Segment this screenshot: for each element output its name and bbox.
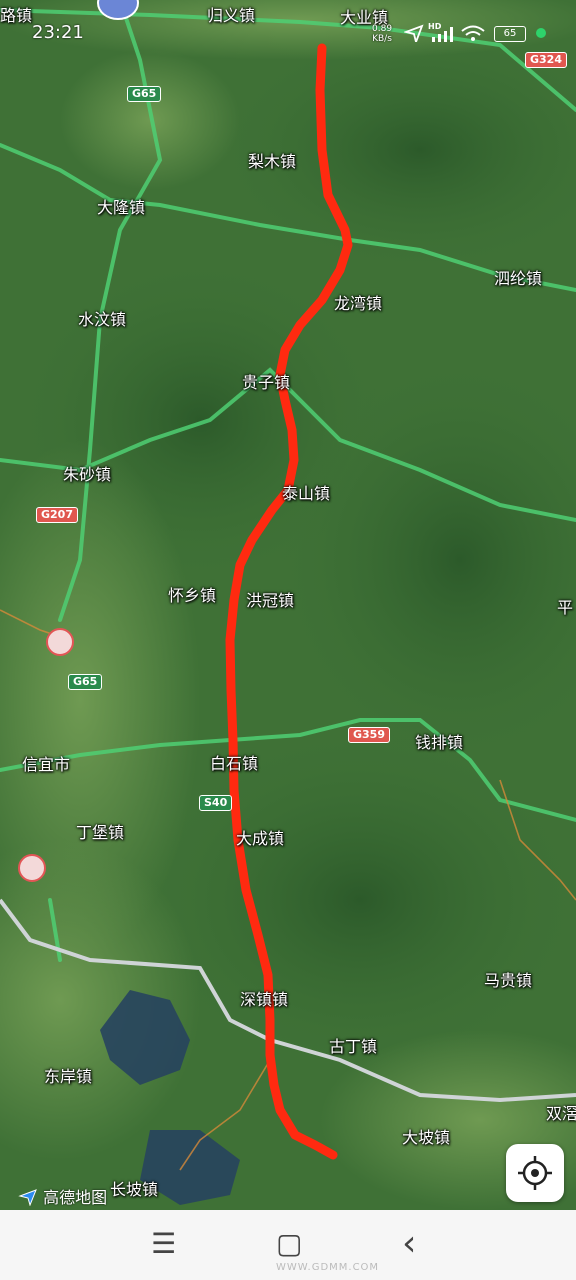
town-label[interactable]: 泰山镇	[282, 480, 330, 504]
back-button[interactable]: ‹	[402, 1226, 416, 1262]
town-label[interactable]: 平	[557, 594, 573, 618]
location-arrow-icon	[404, 24, 424, 42]
watermark-text: WWW.GDMM.COM	[276, 1262, 380, 1273]
town-label[interactable]: 钱排镇	[415, 729, 463, 753]
net-speed: 0.89 KB/s	[372, 24, 392, 44]
wifi-icon	[461, 25, 485, 41]
map-view[interactable]: G324 G65 G207 G65 G359 S40 路镇 归义镇 大业镇 梨木…	[0, 0, 576, 1210]
road-shield-g65-top: G65	[127, 86, 162, 102]
town-label[interactable]: 东岸镇	[44, 1063, 92, 1087]
town-label[interactable]: 古丁镇	[329, 1033, 377, 1057]
town-label[interactable]: 怀乡镇	[168, 582, 216, 606]
town-label[interactable]: 马贵镇	[484, 967, 532, 991]
locate-me-button[interactable]	[506, 1144, 564, 1202]
road-shield-g359: G359	[348, 727, 390, 743]
town-label[interactable]: 长坡镇	[110, 1176, 158, 1200]
status-bar: 23:21 0.89 KB/s HD 65	[0, 0, 576, 48]
battery-indicator: 65	[494, 26, 526, 42]
town-label[interactable]: 大坡镇	[402, 1124, 450, 1148]
road-shield-g65-mid: G65	[68, 674, 103, 690]
poi-marker-icon[interactable]	[46, 628, 74, 656]
home-button[interactable]: ▢	[276, 1230, 302, 1258]
poi-marker-icon[interactable]	[18, 854, 46, 882]
logo-text: 高德地图	[43, 1188, 108, 1207]
status-time: 23:21	[32, 22, 84, 43]
net-speed-unit: KB/s	[372, 34, 392, 44]
town-label[interactable]: 深镇镇	[240, 986, 288, 1010]
town-label[interactable]: 丁堡镇	[76, 819, 124, 843]
logo-arrow-icon	[18, 1189, 37, 1207]
town-label[interactable]: 龙湾镇	[334, 290, 382, 314]
town-label[interactable]: 朱砂镇	[63, 461, 111, 485]
road-shield-s40: S40	[199, 795, 233, 811]
road-shield-g207: G207	[36, 507, 78, 523]
town-label[interactable]: 大成镇	[236, 825, 284, 849]
town-label[interactable]: 泗纶镇	[494, 265, 542, 289]
town-label[interactable]: 贵子镇	[242, 369, 290, 393]
town-label[interactable]: 信宜市	[22, 751, 70, 775]
amap-logo: 高德地图	[18, 1184, 107, 1208]
crosshair-icon	[518, 1156, 552, 1190]
signal-icon	[432, 27, 453, 42]
menu-button[interactable]: ☰	[151, 1230, 176, 1258]
net-speed-value: 0.89	[372, 24, 393, 34]
town-label[interactable]: 水汶镇	[78, 306, 126, 330]
town-label[interactable]: 双滘	[546, 1100, 576, 1124]
town-label[interactable]: 洪冠镇	[246, 587, 294, 611]
town-label[interactable]: 大隆镇	[97, 194, 145, 218]
town-label[interactable]: 白石镇	[210, 750, 258, 774]
town-label[interactable]: 梨木镇	[248, 148, 296, 172]
road-shield-g324: G324	[525, 52, 567, 68]
privacy-dot-icon	[536, 28, 546, 38]
